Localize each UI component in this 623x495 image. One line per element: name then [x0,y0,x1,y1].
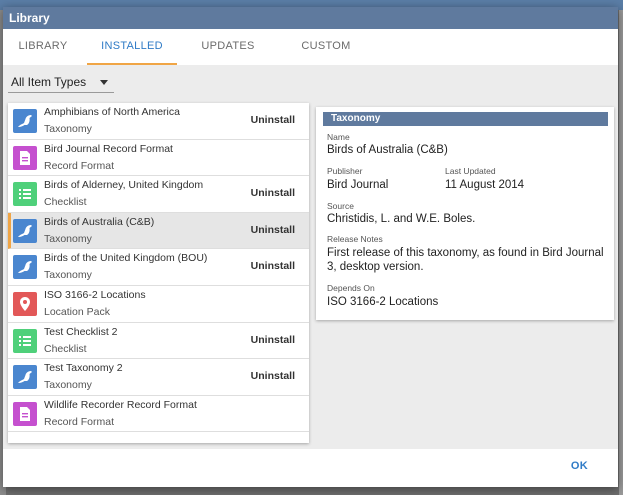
tab-updates[interactable]: UPDATES [183,29,273,65]
uninstall-button[interactable]: Uninstall [251,187,295,199]
release-notes-value: First release of this taxonomy, as found… [327,247,604,273]
release-notes-label: Release Notes [327,234,383,244]
publisher-label: Publisher [327,166,363,176]
list-item[interactable]: Test Taxonomy 2 Taxonomy Uninstall [8,359,309,396]
item-type: Record Format [44,415,115,428]
item-type: Record Format [44,159,115,172]
item-type-filter-value: All Item Types [11,75,87,89]
list-item[interactable]: Wildlife Recorder Record Format Record Fo… [8,396,309,433]
background-app-edge-right [619,10,623,495]
tab-bar: LIBRARY INSTALLED UPDATES CUSTOM [3,29,618,65]
item-type: Taxonomy [44,269,92,282]
name-label: Name [327,132,350,142]
item-name: Test Checklist 2 [44,325,118,338]
item-type: Location Pack [44,305,110,318]
location-pin-icon [13,291,37,316]
bird-icon [13,218,37,243]
details-panel: Taxonomy Name Birds of Australia (C&B) P… [316,107,614,320]
item-type-filter[interactable]: All Item Types [8,73,114,93]
tab-library[interactable]: LIBRARY [3,29,83,65]
chevron-down-icon [100,80,108,85]
depends-on-label: Depends On [327,283,375,293]
bird-icon [13,365,37,390]
publisher-value: Bird Journal [327,179,389,191]
item-name: Test Taxonomy 2 [44,362,123,375]
list-item[interactable]: Bird Journal Record Format Record Format [8,140,309,177]
item-name: Birds of Alderney, United Kingdom [44,179,204,192]
uninstall-button[interactable]: Uninstall [251,334,295,346]
dialog-title: Library [3,7,618,29]
uninstall-button[interactable]: Uninstall [251,114,295,126]
depends-on-value: ISO 3166-2 Locations [327,296,439,308]
dialog-body: All Item Types Amphibians of North Ameri… [3,65,618,449]
item-name: Bird Journal Record Format [44,142,173,155]
list-item[interactable]: Amphibians of North America Taxonomy Unins… [8,103,309,140]
item-name: Wildlife Recorder Record Format [44,398,197,411]
document-icon [13,145,37,170]
item-type: Checklist [44,196,87,209]
uninstall-button[interactable]: Uninstall [251,260,295,272]
tab-installed[interactable]: INSTALLED [87,29,177,65]
list-item[interactable]: Birds of Australia (C&B) Taxonomy Uninstal… [8,212,309,250]
document-icon [13,401,37,426]
item-type: Taxonomy [44,123,92,135]
item-type: Taxonomy [44,232,92,245]
list-icon [13,182,37,207]
last-updated-value: 11 August 2014 [445,179,525,191]
dialog-footer: OK [3,449,618,487]
list-item[interactable]: Birds of the United Kingdom (BOU) Taxonom… [8,249,309,286]
item-name: Birds of the United Kingdom (BOU) [44,252,208,265]
source-value: Christidis, L. and W.E. Boles. [327,213,476,225]
source-label: Source [327,201,354,211]
tab-custom[interactable]: CUSTOM [281,29,371,65]
item-name: ISO 3166-2 Locations [44,288,146,301]
uninstall-button[interactable]: Uninstall [251,370,295,382]
bird-icon [13,109,37,133]
ok-button[interactable]: OK [571,460,588,472]
list-icon [13,328,37,353]
item-name: Amphibians of North America [44,106,180,118]
list-item[interactable]: ISO 3166-2 Locations Location Pack [8,286,309,323]
item-type: Checklist [44,342,87,355]
name-value: Birds of Australia (C&B) [327,144,448,156]
list-item[interactable]: Test Checklist 2 Checklist Uninstall [8,323,309,360]
installed-items-list: Amphibians of North America Taxonomy Unins… [8,103,309,443]
list-item[interactable]: Birds of Alderney, United Kingdom Checkli… [8,176,309,213]
last-updated-label: Last Updated [445,166,496,176]
item-type: Taxonomy [44,379,92,392]
bird-icon [13,255,37,280]
details-header: Taxonomy [323,112,608,126]
item-name: Birds of Australia (C&B) [44,215,155,228]
uninstall-button[interactable]: Uninstall [251,224,295,236]
library-dialog: Library LIBRARY INSTALLED UPDATES CUSTOM… [3,7,618,487]
